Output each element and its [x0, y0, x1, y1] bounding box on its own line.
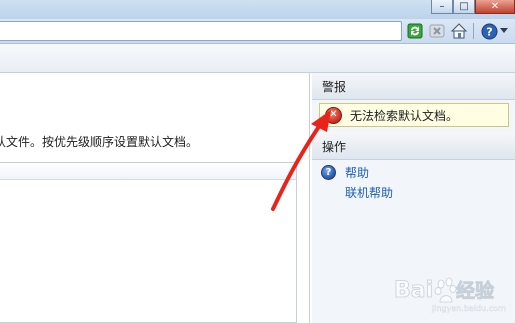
address-bar: ? — [0, 19, 515, 44]
alerts-header: 警报 — [312, 73, 515, 100]
chevron-down-icon — [500, 28, 508, 33]
window-controls: – □ ✕ — [431, 0, 515, 14]
refresh-button[interactable] — [406, 22, 424, 40]
svg-text:?: ? — [486, 25, 492, 38]
help-icon: ? — [321, 165, 336, 180]
online-help-action[interactable]: 联机帮助 — [345, 184, 393, 201]
alert-message: 无法检索默认文档。 — [350, 108, 459, 123]
default-document-list[interactable] — [0, 162, 297, 323]
maximize-button[interactable]: □ — [453, 0, 475, 14]
help-action[interactable]: ? 帮助 — [321, 164, 369, 181]
address-field[interactable] — [0, 21, 402, 41]
home-icon — [450, 23, 468, 39]
feature-description: 认文件。按优先级顺序设置默认文档。 — [0, 135, 199, 149]
help-link[interactable]: 帮助 — [345, 164, 369, 181]
actions-pane: 警报 ✕ 无法检索默认文档。 操作 ? 帮助 联机帮助 — [311, 73, 515, 323]
help-dropdown-button[interactable] — [498, 22, 510, 40]
close-button[interactable]: ✕ — [475, 0, 515, 14]
toolbar-separator — [473, 23, 474, 39]
error-icon: ✕ — [325, 106, 342, 124]
minimize-button[interactable]: – — [431, 0, 453, 14]
menu-strip — [0, 44, 515, 73]
stop-icon — [429, 24, 445, 38]
stop-button[interactable] — [428, 22, 446, 40]
help-menu-button[interactable]: ? — [480, 22, 498, 40]
title-bar: – □ ✕ — [0, 0, 515, 19]
features-view: 认文件。按优先级顺序设置默认文档。 — [0, 73, 310, 323]
online-help-link[interactable]: 联机帮助 — [345, 184, 393, 201]
actions-header: 操作 — [312, 133, 515, 160]
refresh-icon — [407, 23, 423, 39]
alert-message-box: ✕ 无法检索默认文档。 — [319, 103, 509, 127]
minimize-icon: – — [439, 0, 445, 12]
close-icon: ✕ — [490, 0, 500, 12]
help-icon: ? — [481, 23, 497, 39]
home-button[interactable] — [450, 22, 468, 40]
maximize-icon: □ — [459, 0, 469, 12]
list-column-header[interactable] — [0, 163, 296, 180]
